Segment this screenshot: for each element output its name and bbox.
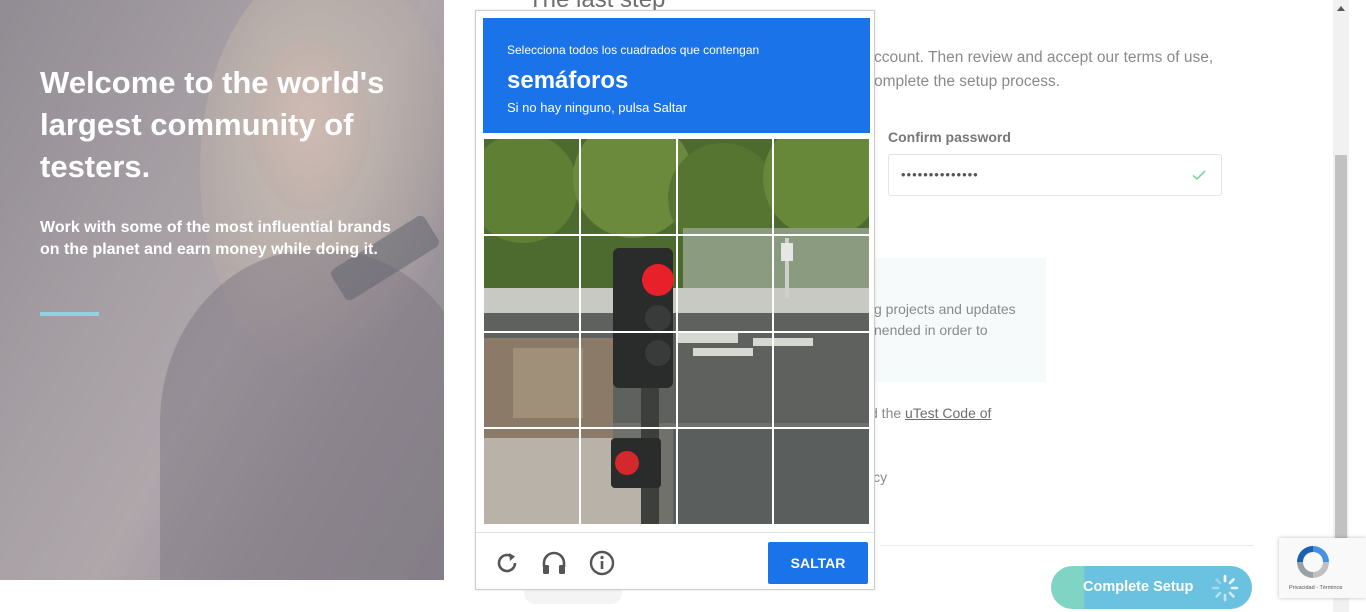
terms-agreement: d the uTest Code of	[870, 405, 991, 421]
captcha-header: Selecciona todos los cuadrados que conte…	[483, 18, 870, 133]
scroll-up-arrow-icon[interactable]	[1337, 6, 1345, 11]
hero-subtitle: Work with some of the most influential b…	[40, 219, 391, 258]
complete-setup-label: Complete Setup	[1083, 579, 1194, 595]
info-box: g projects and updates nended in order t…	[862, 258, 1046, 382]
form-intro-text: ccount. Then review and accept our terms…	[874, 49, 1214, 90]
captcha-tile[interactable]	[483, 138, 580, 235]
code-of-conduct-link[interactable]: uTest Code of	[905, 405, 991, 421]
captcha-tile[interactable]	[676, 234, 774, 332]
confirm-password-field[interactable]: ••••••••••••••	[888, 154, 1222, 196]
captcha-tile[interactable]	[483, 428, 580, 525]
captcha-dialog: Selecciona todos los cuadrados que conte…	[475, 10, 875, 590]
confirm-password-value: ••••••••••••••	[901, 167, 979, 182]
hero-panel: Welcome to the world's largest community…	[0, 0, 444, 580]
scroll-thumb[interactable]	[1335, 155, 1347, 540]
captcha-tile[interactable]	[676, 138, 774, 235]
recaptcha-privacy-terms[interactable]: Privacidad - Términos	[1289, 585, 1342, 591]
page-scrollbar[interactable]	[1333, 0, 1349, 612]
captcha-tile[interactable]	[579, 234, 677, 332]
captcha-tile[interactable]	[773, 331, 870, 429]
complete-setup-button[interactable]: Complete Setup	[1051, 566, 1252, 609]
captcha-hint: Si no hay ninguno, pulsa Saltar	[507, 100, 687, 115]
reload-icon[interactable]	[492, 548, 522, 578]
captcha-tile[interactable]	[579, 138, 677, 235]
hero-title: Welcome to the world's largest community…	[40, 65, 385, 184]
captcha-tile[interactable]	[676, 331, 774, 429]
audio-headphones-icon[interactable]	[539, 548, 569, 578]
captcha-tile[interactable]	[773, 428, 870, 525]
captcha-target-word: semáforos	[507, 67, 629, 94]
captcha-instruction: Selecciona todos los cuadrados que conte…	[507, 43, 760, 57]
recaptcha-logo-icon	[1297, 546, 1329, 578]
spinner-icon	[1211, 574, 1239, 602]
terms-prefix: d the	[870, 405, 906, 421]
form-divider	[880, 545, 1254, 546]
captcha-tile[interactable]	[483, 331, 580, 429]
info-text: g projects and updates nended in order t…	[874, 301, 1016, 338]
captcha-tile[interactable]	[579, 428, 677, 525]
captcha-tiles	[483, 138, 870, 525]
captcha-tile[interactable]	[579, 331, 677, 429]
captcha-tile[interactable]	[773, 138, 870, 235]
captcha-tile[interactable]	[676, 428, 774, 525]
captcha-tile[interactable]	[773, 234, 870, 332]
captcha-footer-divider	[476, 532, 874, 533]
recaptcha-badge[interactable]: Privacidad - Términos	[1279, 538, 1366, 598]
confirm-password-label: Confirm password	[888, 129, 1011, 145]
info-icon[interactable]	[587, 548, 617, 578]
captcha-tile[interactable]	[483, 234, 580, 332]
check-icon	[1192, 170, 1206, 181]
captcha-image-grid	[483, 138, 870, 525]
hero-accent-rule	[40, 312, 99, 316]
skip-button[interactable]: SALTAR	[768, 542, 868, 584]
